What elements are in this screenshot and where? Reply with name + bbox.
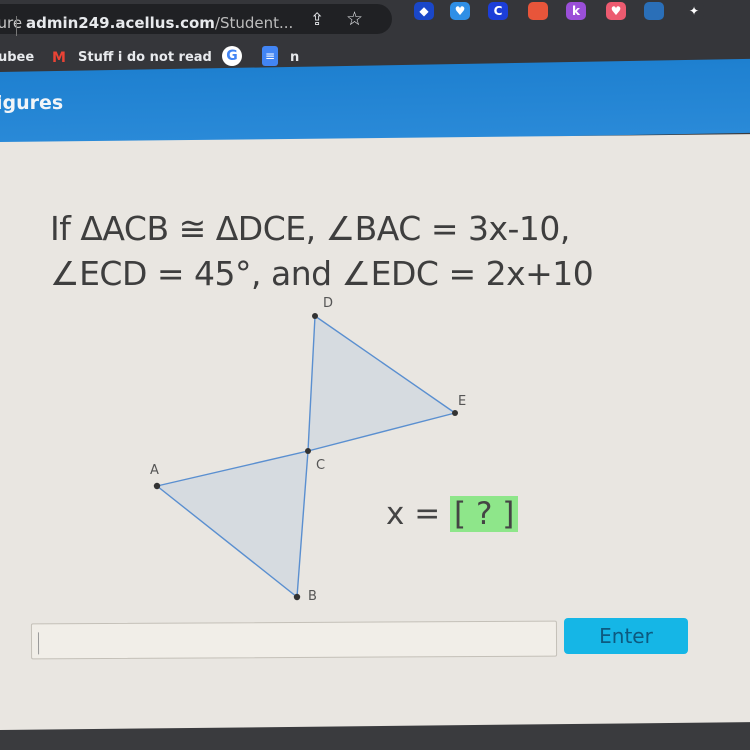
text-caret [37,632,40,655]
triangle-dce [307,314,457,452]
label-c: C [316,458,325,473]
answer-placeholder: [ ? ] [450,496,519,532]
answer-input[interactable] [30,620,558,660]
label-a: A [150,463,159,478]
screen-bezel [300,730,750,750]
label-d: D [323,296,333,311]
answer-prompt: x = [ ? ] [386,496,519,532]
label-b: B [308,589,317,604]
point-e [452,410,458,416]
label-e: E [458,394,466,409]
answer-prefix: x = [386,496,451,532]
point-b [293,593,301,601]
point-d [312,313,318,319]
triangle-acb [155,450,309,599]
point-c [305,448,311,454]
point-a [153,482,161,490]
enter-button[interactable]: Enter [564,618,688,654]
